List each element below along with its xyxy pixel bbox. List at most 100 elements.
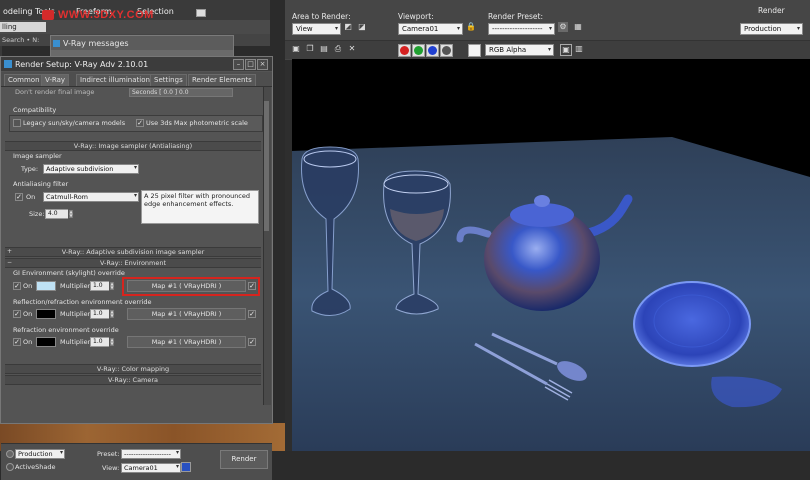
gi-environment-header: GI Environment (skylight) override bbox=[13, 269, 125, 277]
lock-icon[interactable]: 🔒 bbox=[466, 22, 476, 32]
rendered-scene bbox=[292, 137, 810, 451]
pixel-info-icon[interactable]: ▥ bbox=[574, 44, 584, 54]
aa-filter-on-checkbox[interactable]: ✓ bbox=[15, 193, 23, 201]
activeshade-label: ActiveShade bbox=[15, 463, 56, 471]
refl-env-multiplier-spinner[interactable]: ▲ ▼ bbox=[109, 309, 115, 319]
refl-env-map-checkbox[interactable]: ✓ bbox=[248, 310, 256, 318]
refl-env-multiplier-field[interactable]: 1.0 bbox=[90, 309, 110, 319]
render-setup-icon[interactable]: ⚙ bbox=[558, 22, 568, 32]
lock-view-icon[interactable] bbox=[181, 462, 191, 472]
area-to-render-dropdown[interactable]: View bbox=[292, 23, 341, 35]
gi-env-color-swatch[interactable] bbox=[36, 281, 56, 291]
tab-settings[interactable]: Settings bbox=[150, 74, 187, 86]
filter-size-spinner[interactable]: ▲ ▼ bbox=[68, 209, 74, 219]
section-environment[interactable]: V-Ray:: Environment bbox=[5, 258, 261, 268]
host-search-text[interactable]: Search • N: bbox=[2, 36, 39, 44]
tab-render-elements[interactable]: Render Elements bbox=[188, 74, 256, 86]
host-ribbon-label[interactable]: lling bbox=[0, 22, 46, 32]
adaptive-expand-icon[interactable]: + bbox=[7, 248, 12, 255]
maximize-icon[interactable]: □ bbox=[245, 59, 256, 70]
legacy-sun-label: Legacy sun/sky/camera models bbox=[23, 119, 126, 127]
teapot-knob bbox=[534, 195, 550, 207]
section-image-sampler[interactable]: V-Ray:: Image sampler (Antialiasing) bbox=[5, 141, 261, 151]
mono-channel-button[interactable] bbox=[468, 44, 481, 57]
aa-filter-dropdown[interactable]: Catmull-Rom bbox=[43, 192, 139, 202]
gi-env-on-label: On bbox=[23, 282, 33, 290]
refl-env-color-swatch[interactable] bbox=[36, 309, 56, 319]
render-button[interactable]: Render bbox=[220, 450, 268, 469]
tab-vray[interactable]: V-Ray bbox=[41, 74, 70, 86]
scrollbar-thumb[interactable] bbox=[264, 101, 269, 231]
gi-env-on-checkbox[interactable]: ✓ bbox=[13, 282, 21, 290]
refr-env-map-checkbox[interactable]: ✓ bbox=[248, 338, 256, 346]
gi-env-multiplier-field[interactable]: 1.0 bbox=[90, 281, 110, 291]
clear-icon[interactable]: ✕ bbox=[347, 44, 357, 54]
watermark-logo-icon bbox=[42, 10, 54, 20]
refr-env-multiplier-label: Multiplier: bbox=[60, 338, 93, 346]
channel-dropdown[interactable]: RGB Alpha bbox=[485, 44, 554, 56]
refr-env-color-swatch[interactable] bbox=[36, 337, 56, 347]
host-tab-toggle-icon[interactable] bbox=[196, 9, 206, 17]
alpha-channel-button[interactable] bbox=[440, 44, 453, 57]
render-link[interactable]: Render bbox=[758, 6, 785, 15]
close-icon[interactable]: × bbox=[257, 59, 268, 70]
blue-channel-button[interactable] bbox=[426, 44, 439, 57]
viewport-dropdown[interactable]: Camera01 bbox=[398, 23, 463, 35]
blue-channel-icon bbox=[428, 46, 437, 55]
sampler-type-dropdown[interactable]: Adaptive subdivision bbox=[43, 164, 139, 174]
photometric-scale-checkbox[interactable]: ✓ bbox=[136, 119, 144, 127]
refr-env-multiplier-spinner[interactable]: ▲ ▼ bbox=[109, 337, 115, 347]
gi-env-multiplier-label: Multiplier: bbox=[60, 282, 93, 290]
refl-env-multiplier-label: Multiplier: bbox=[60, 310, 93, 318]
section-adaptive-subdivision[interactable]: V-Ray:: Adaptive subdivision image sampl… bbox=[5, 247, 261, 257]
render-setup-dialog: Render Setup: V-Ray Adv 2.10.01 – □ × Co… bbox=[0, 56, 273, 480]
image-sampler-header: Image sampler bbox=[13, 152, 62, 160]
gi-env-multiplier-spinner[interactable]: ▲ ▼ bbox=[109, 281, 115, 291]
aa-filter-on-label: On bbox=[26, 193, 36, 201]
section-color-mapping[interactable]: V-Ray:: Color mapping bbox=[5, 364, 261, 374]
reflection-env-header: Reflection/refraction environment overri… bbox=[13, 298, 152, 306]
view-dropdown[interactable]: Camera01 bbox=[121, 463, 181, 473]
legacy-sun-checkbox[interactable] bbox=[13, 119, 21, 127]
tab-common[interactable]: Common bbox=[4, 74, 44, 86]
refl-env-map-button[interactable]: Map #1 ( VRayHDRI ) bbox=[127, 308, 246, 320]
red-channel-button[interactable] bbox=[398, 44, 411, 57]
dont-render-final-label: Don't render final image bbox=[15, 88, 95, 96]
render-setup-titlebar[interactable]: Render Setup: V-Ray Adv 2.10.01 – □ × bbox=[1, 57, 272, 71]
minimize-icon[interactable]: – bbox=[233, 59, 244, 70]
save-image-icon[interactable]: ▣ bbox=[291, 44, 301, 54]
sampler-type-label: Type: bbox=[21, 165, 39, 173]
filter-size-field[interactable]: 4.0 bbox=[45, 209, 69, 219]
production-radio[interactable] bbox=[6, 450, 14, 458]
refl-env-on-checkbox[interactable]: ✓ bbox=[13, 310, 21, 318]
environment-collapse-icon[interactable]: − bbox=[7, 259, 12, 266]
production-dropdown[interactable]: Production bbox=[740, 23, 803, 35]
display-correction-icon[interactable]: ▣ bbox=[560, 44, 572, 56]
render-preset-dropdown[interactable]: -------------------- bbox=[488, 23, 555, 35]
preset-label: Preset: bbox=[97, 450, 120, 458]
section-camera[interactable]: V-Ray:: Camera bbox=[5, 375, 261, 385]
rendered-image bbox=[292, 59, 810, 451]
refr-env-on-checkbox[interactable]: ✓ bbox=[13, 338, 21, 346]
tab-indirect-illumination[interactable]: Indirect illumination bbox=[76, 74, 154, 86]
cut-row-field[interactable]: Seconds [ 0.0 ] 0.0 bbox=[129, 88, 233, 97]
refr-env-multiplier-field[interactable]: 1.0 bbox=[90, 337, 110, 347]
view-label: View: bbox=[102, 464, 120, 472]
activeshade-radio[interactable] bbox=[6, 463, 14, 471]
clone-frame-icon[interactable]: ▤ bbox=[319, 44, 329, 54]
green-channel-icon bbox=[414, 46, 423, 55]
app-logo-icon bbox=[4, 60, 12, 68]
filter-size-label: Size: bbox=[29, 210, 45, 218]
gi-env-map-checkbox[interactable]: ✓ bbox=[248, 282, 256, 290]
auto-region-icon[interactable]: ◪ bbox=[357, 22, 367, 32]
copy-image-icon[interactable]: ❐ bbox=[305, 44, 315, 54]
green-channel-button[interactable] bbox=[412, 44, 425, 57]
compatibility-header: Compatibility bbox=[13, 106, 57, 114]
edit-region-icon[interactable]: ◩ bbox=[343, 22, 353, 32]
red-channel-icon bbox=[400, 46, 409, 55]
environment-icon[interactable]: ▦ bbox=[573, 22, 583, 32]
print-icon[interactable]: ⎙ bbox=[333, 44, 343, 54]
refl-env-on-label: On bbox=[23, 310, 33, 318]
refr-env-map-button[interactable]: Map #1 ( VRayHDRI ) bbox=[127, 336, 246, 348]
gi-env-map-button[interactable]: Map #1 ( VRayHDRI ) bbox=[127, 280, 246, 292]
